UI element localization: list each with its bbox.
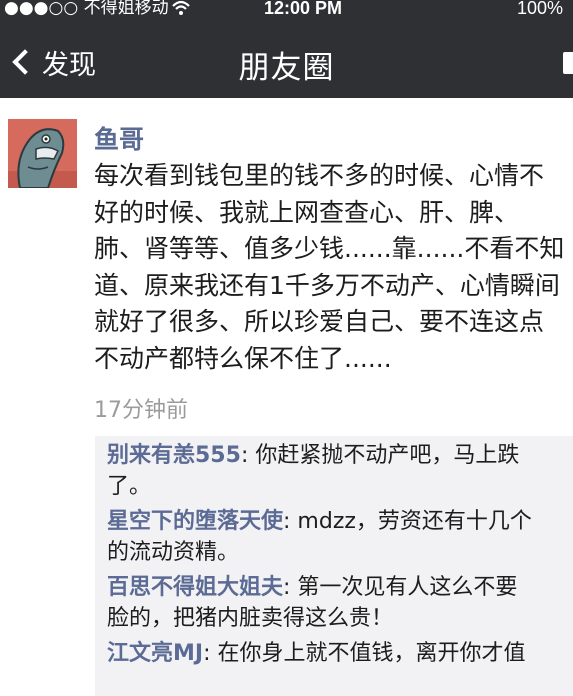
post-line: 肺、肾等等、值多少钱......靠......不看不知 — [94, 234, 565, 263]
avatar[interactable] — [8, 119, 77, 188]
fish-avatar-icon — [8, 119, 77, 188]
post-time: 17分钟前 — [94, 398, 188, 423]
navigation-bar: 发现 朋友圈 — [0, 32, 573, 92]
comment-text: mdzz，劳资还有十几个 — [297, 509, 532, 534]
comment-separator: : — [283, 509, 298, 534]
comment-separator: : — [203, 641, 218, 666]
top-bar: ●●●○○ 不得姐移动 12:00 PM 100% 发现 朋友圈 — [0, 0, 573, 98]
moments-post: 鱼哥 每次看到钱包里的钱不多的时候、心情不 好的时候、我就上网查查心、肝、脾、 … — [0, 98, 573, 696]
comment-text-cont: 的流动资精。 — [107, 540, 240, 565]
carrier-label: ●●●○○ 不得姐移动 — [4, 0, 169, 18]
post-line: 道、原来我还有1千多万不动产、心情瞬间 — [94, 270, 560, 300]
post-line: 不动产都特么保不住了...... — [94, 343, 392, 373]
commenter-name[interactable]: 百思不得姐大姐夫 — [107, 575, 283, 600]
comment-text: 你赶紧抛不动产吧，马上跌 — [255, 443, 520, 468]
commenter-name[interactable]: 江文亮MJ — [107, 641, 203, 666]
status-bar: ●●●○○ 不得姐移动 12:00 PM 100% — [0, 0, 573, 20]
commenter-name[interactable]: 星空下的堕落天使 — [107, 509, 283, 534]
post-author[interactable]: 鱼哥 — [94, 120, 144, 156]
comment-text: 第一次见有人这么不要 — [297, 575, 518, 600]
comment[interactable]: 别来有恙555: 你赶紧抛不动产吧，马上跌 了。 — [107, 440, 519, 502]
camera-icon[interactable] — [563, 52, 573, 74]
comment-separator: : — [283, 575, 298, 600]
commenter-name[interactable]: 别来有恙555 — [107, 443, 241, 468]
page-title: 朋友圈 — [238, 50, 335, 86]
comment[interactable]: 百思不得姐大姐夫: 第一次见有人这么不要 脸的，把猪内脏卖得这么贵！ — [107, 572, 517, 634]
post-line: 好的时候、我就上网查查心、肝、脾、 — [94, 197, 520, 227]
comment-text: 在你身上就不值钱，离开你才值 — [217, 641, 526, 666]
comments-panel: 别来有恙555: 你赶紧抛不动产吧，马上跌 了。 星空下的堕落天使: mdzz，… — [95, 436, 573, 696]
clock: 12:00 PM — [264, 0, 343, 18]
wifi-icon — [172, 0, 190, 15]
post-line: 每次看到钱包里的钱不多的时候、心情不 — [94, 161, 545, 190]
post-line: 就好了很多、所以珍爱自己、要不连这点 — [94, 307, 545, 336]
comment-separator: : — [240, 443, 256, 468]
comment[interactable]: 江文亮MJ: 在你身上就不值钱，离开你才值 — [107, 638, 526, 669]
comment-text-cont: 脸的，把猪内脏卖得这么贵！ — [107, 606, 394, 631]
post-content: 每次看到钱包里的钱不多的时候、心情不 好的时候、我就上网查查心、肝、脾、 肺、肾… — [94, 158, 573, 377]
comment[interactable]: 星空下的堕落天使: mdzz，劳资还有十几个 的流动资精。 — [107, 506, 532, 568]
comment-text-cont: 了。 — [107, 474, 152, 499]
battery-percentage: 100% — [517, 0, 564, 18]
